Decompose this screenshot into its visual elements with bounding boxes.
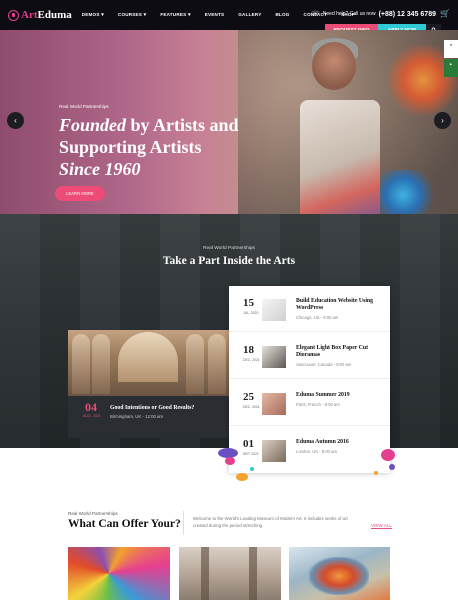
menu-item-events[interactable]: EVENTS bbox=[205, 12, 225, 18]
menu-item-features[interactable]: FEATURES bbox=[160, 12, 190, 18]
dome-shape bbox=[118, 332, 178, 382]
hero-title-line2: Supporting Artists bbox=[59, 137, 202, 157]
learn-more-button[interactable]: LEARN MORE bbox=[55, 186, 105, 201]
events-title: Take a Part Inside the Arts bbox=[162, 255, 296, 267]
event-month: JUL, 2020 bbox=[243, 311, 259, 315]
featured-event-title[interactable]: Good Intentions or Good Results? bbox=[110, 405, 194, 411]
event-title[interactable]: Eduma Summer 2019 bbox=[296, 392, 384, 399]
offer-divider bbox=[183, 511, 184, 535]
offer-card-image[interactable] bbox=[289, 547, 390, 600]
hero-title: Founded by Artists and Supporting Artist… bbox=[59, 114, 289, 180]
offer-title: What Can Offer Your? bbox=[68, 518, 181, 530]
site-logo[interactable]: Art Eduma bbox=[8, 9, 72, 21]
event-item[interactable]: 25 DEC, 2021 Eduma Summer 2019 Paris, Fr… bbox=[229, 380, 390, 426]
phone-number[interactable]: (+88) 12 345 6789 bbox=[379, 11, 436, 18]
event-location: Chicago, US - 8:00 am bbox=[296, 315, 339, 320]
event-location: Paris, French - 8:00 am bbox=[296, 402, 340, 407]
hero-title-em3: Since 1960 bbox=[59, 159, 141, 179]
offer-card-image[interactable] bbox=[179, 547, 281, 600]
slider-next-icon[interactable]: › bbox=[434, 112, 451, 129]
artist-head bbox=[312, 42, 356, 90]
arch-shape bbox=[72, 334, 90, 394]
logo-suffix: Eduma bbox=[37, 9, 72, 21]
menu-item-blog[interactable]: BLOG bbox=[275, 12, 289, 18]
events-subtitle: Real World Partnerships bbox=[203, 246, 255, 251]
event-day: 18 bbox=[243, 344, 254, 356]
door-frame bbox=[249, 547, 257, 600]
arch-shape bbox=[92, 334, 110, 394]
artist-apron bbox=[300, 100, 380, 214]
event-title[interactable]: Build Education Website Using WordPress bbox=[296, 298, 384, 312]
hero-slider: Real World Partnerships Founded by Artis… bbox=[0, 30, 458, 214]
event-item[interactable]: 15 JUL, 2020 Build Education Website Usi… bbox=[229, 286, 390, 332]
event-title[interactable]: Elegant Light Box Paper Cut Dioramas bbox=[296, 345, 384, 359]
event-title[interactable]: Eduma Autumn 2016 bbox=[296, 439, 384, 446]
event-item[interactable]: 18 DEC, 2021 Elegant Light Box Paper Cut… bbox=[229, 333, 390, 379]
phone-icon: ☏ bbox=[311, 11, 320, 18]
help-text: Need help? Call us now bbox=[322, 11, 376, 17]
door-frame bbox=[201, 547, 209, 600]
cart-icon[interactable]: 🛒 bbox=[440, 9, 450, 18]
hero-subtitle: Real World Partnerships bbox=[59, 104, 109, 109]
featured-event-image[interactable] bbox=[68, 330, 232, 396]
event-month: DEC, 2021 bbox=[243, 358, 260, 362]
event-month: DEC, 2021 bbox=[243, 405, 260, 409]
event-thumbnail bbox=[262, 346, 286, 368]
event-day: 25 bbox=[243, 391, 254, 403]
arch-shape bbox=[208, 334, 226, 394]
hero-title-em1: Founded bbox=[59, 115, 127, 135]
logo-prefix: Art bbox=[21, 9, 38, 21]
offer-section: Real World Partnerships What Can Offer Y… bbox=[0, 485, 458, 600]
event-location: Vancouver, Canada - 8:00 am bbox=[296, 362, 352, 367]
hero-title-rest1: by Artists and bbox=[126, 115, 239, 135]
settings-icon[interactable]: ⚙ bbox=[444, 40, 458, 58]
arch-shape bbox=[186, 334, 204, 394]
featured-event-month: AUG, 2021 bbox=[83, 414, 101, 418]
featured-event-card[interactable]: 04 AUG, 2021 Good Intentions or Good Res… bbox=[68, 396, 232, 438]
event-thumbnail bbox=[262, 393, 286, 415]
paint-splash-decoration bbox=[218, 448, 395, 481]
offer-description: Welcome to the World's Leading Museum of… bbox=[193, 516, 348, 528]
graffiti-art bbox=[309, 557, 369, 595]
event-day: 15 bbox=[243, 297, 254, 309]
logo-icon bbox=[8, 9, 19, 21]
menu-item-gallery[interactable]: GALLERY bbox=[238, 12, 261, 18]
event-thumbnail bbox=[262, 299, 286, 321]
event-list: 15 JUL, 2020 Build Education Website Usi… bbox=[229, 286, 390, 473]
offer-subtitle: Real World Partnerships bbox=[68, 511, 118, 516]
menu-item-courses[interactable]: COURSES bbox=[118, 12, 146, 18]
side-toolbar: ⚙ ▶ bbox=[444, 40, 458, 78]
view-all-link[interactable]: VIEW ALL bbox=[371, 523, 392, 528]
offer-card-image[interactable] bbox=[68, 547, 170, 600]
featured-event-day: 04 bbox=[85, 400, 97, 414]
featured-event-location: Birmingham, UK - 12:00 am bbox=[110, 414, 164, 419]
slider-prev-icon[interactable]: ‹ bbox=[7, 112, 24, 129]
help-contact: ☏ Need help? Call us now (+88) 12 345 67… bbox=[311, 10, 436, 19]
menu-item-demos[interactable]: DEMOS bbox=[82, 12, 104, 18]
buy-now-icon[interactable]: ▶ bbox=[444, 59, 458, 77]
